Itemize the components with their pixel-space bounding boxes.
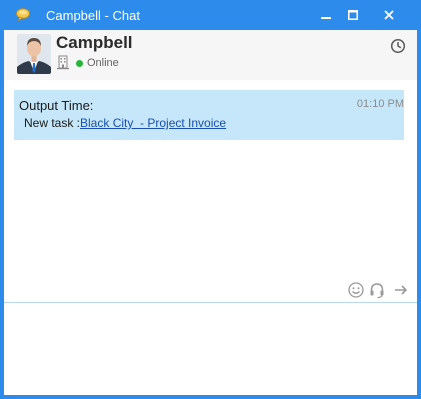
clock-icon[interactable] <box>390 38 406 54</box>
message-prefix: New task : <box>24 116 81 130</box>
smiley-icon[interactable] <box>347 281 365 299</box>
message-bubble: Output Time: 01:10 PM New task :Black Ci… <box>14 90 404 140</box>
chat-client-area: Campbell Online Output Time: 01:10 PM Ne… <box>4 30 417 395</box>
message-input[interactable] <box>4 303 417 395</box>
status-text: Online <box>87 57 119 69</box>
maximize-icon <box>348 10 358 20</box>
close-icon <box>384 10 394 20</box>
maximize-button[interactable] <box>336 0 370 30</box>
chat-bubble-icon <box>16 8 30 22</box>
task-link[interactable]: Black City - Project Invoice <box>80 116 226 130</box>
building-icon <box>57 55 69 70</box>
compose-toolbar <box>4 280 417 302</box>
message-list[interactable]: Output Time: 01:10 PM New task :Black Ci… <box>4 80 417 302</box>
avatar[interactable] <box>17 34 51 74</box>
message-time: 01:10 PM <box>356 98 404 110</box>
minimize-icon <box>321 17 331 19</box>
close-button[interactable] <box>372 0 406 30</box>
window-title: Campbell - Chat <box>46 8 140 23</box>
send-arrow-icon[interactable] <box>392 281 410 299</box>
title-bar[interactable]: Campbell - Chat <box>0 0 421 30</box>
status-indicator <box>76 60 83 67</box>
avatar-photo <box>17 34 51 74</box>
message-sender: Output Time: <box>19 98 94 113</box>
contact-name: Campbell <box>56 33 133 52</box>
contact-header: Campbell Online <box>4 30 417 80</box>
chat-window: Campbell - Chat Campbell Online Output T… <box>0 0 421 399</box>
headset-icon[interactable] <box>368 281 386 299</box>
message-text: New task :Black City - Project Invoice <box>24 116 226 130</box>
